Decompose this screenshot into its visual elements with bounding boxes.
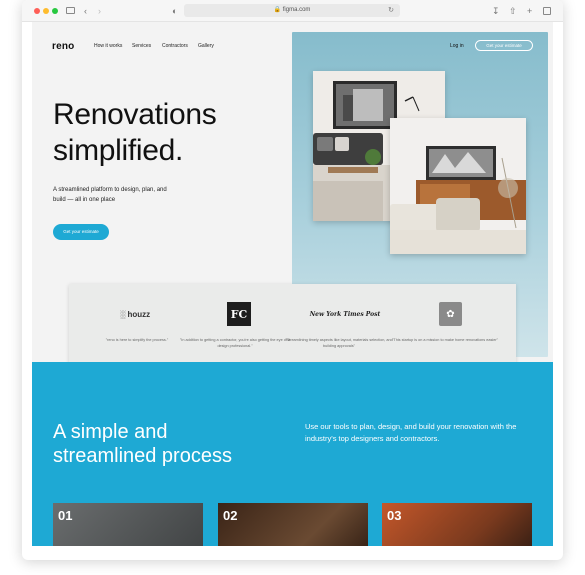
step-card-1[interactable]: 01: [53, 503, 203, 546]
houzz-logo-text: houzz: [127, 309, 151, 319]
browser-toolbar: ‹ › ◐ 🔒 figma.com ↻ ↧ ⇧ +: [22, 0, 563, 22]
hero-title-line-2: simplified.: [53, 134, 184, 167]
sidebar-toggle-icon[interactable]: [66, 7, 75, 14]
download-icon[interactable]: ↧: [492, 5, 500, 17]
houzz-logo: ░ houzz: [109, 302, 161, 326]
address-bar[interactable]: 🔒 figma.com ↻: [184, 4, 400, 17]
step-number: 03: [387, 508, 402, 523]
reload-icon[interactable]: ↻: [388, 4, 394, 17]
nytp-logo: New York Times Post: [309, 310, 381, 318]
back-icon[interactable]: ‹: [84, 5, 87, 17]
step-card-2[interactable]: 02: [218, 503, 368, 546]
bedroom-illustration: [390, 118, 526, 254]
publication-badge-icon: ✿: [439, 302, 462, 326]
hero-estimate-button[interactable]: Get your estimate: [53, 224, 109, 240]
new-tab-icon[interactable]: +: [527, 5, 532, 17]
press-strip: ░ houzz FC New York Times Post ✿ "reno i…: [69, 284, 516, 368]
process-title-line-1: A simple and: [53, 421, 168, 443]
fast-company-logo: FC: [227, 302, 251, 326]
minimize-window-button[interactable]: [43, 8, 49, 14]
hero-title: Renovations simplified.: [53, 97, 217, 169]
press-quote-4: "This startup is on a mission to make ho…: [392, 338, 498, 342]
press-quote-2: "In addition to getting a contractor, yo…: [179, 338, 291, 348]
press-quote-3: "Streamlining timely aspects like layout…: [285, 338, 393, 348]
shield-icon[interactable]: ◐: [172, 5, 177, 17]
step-number: 01: [58, 508, 73, 523]
process-title: A simple and streamlined process: [53, 420, 232, 468]
nav-services[interactable]: Services: [132, 43, 151, 49]
url-text: figma.com: [282, 7, 311, 13]
maximize-window-button[interactable]: [52, 8, 58, 14]
web-page: reno How it works Services Contractors G…: [32, 22, 553, 546]
browser-window: ‹ › ◐ 🔒 figma.com ↻ ↧ ⇧ + reno How it wo…: [22, 0, 563, 560]
nav-contractors[interactable]: Contractors: [162, 43, 188, 49]
bedroom-photo: [390, 118, 526, 254]
tab-overview-icon[interactable]: [543, 7, 551, 15]
hero-title-line-1: Renovations: [53, 98, 217, 131]
site-logo[interactable]: reno: [52, 41, 74, 52]
hero-subtitle: A streamlined platform to design, plan, …: [53, 187, 167, 203]
login-link[interactable]: Log in: [450, 43, 464, 49]
process-section: A simple and streamlined process Use our…: [32, 362, 553, 546]
step-card-3[interactable]: 03: [382, 503, 532, 546]
nav-how-it-works[interactable]: How it works: [94, 43, 122, 49]
share-icon[interactable]: ⇧: [509, 5, 517, 17]
houzz-logo-icon: ░: [119, 309, 126, 319]
process-description: Use our tools to plan, design, and build…: [305, 422, 517, 443]
forward-icon[interactable]: ›: [98, 5, 101, 17]
close-window-button[interactable]: [34, 8, 40, 14]
nav-estimate-button[interactable]: Get your estimate: [475, 40, 533, 51]
lock-icon: 🔒: [273, 7, 282, 13]
step-number: 02: [223, 508, 238, 523]
nav-gallery[interactable]: Gallery: [198, 43, 214, 49]
process-title-line-2: streamlined process: [53, 445, 232, 467]
